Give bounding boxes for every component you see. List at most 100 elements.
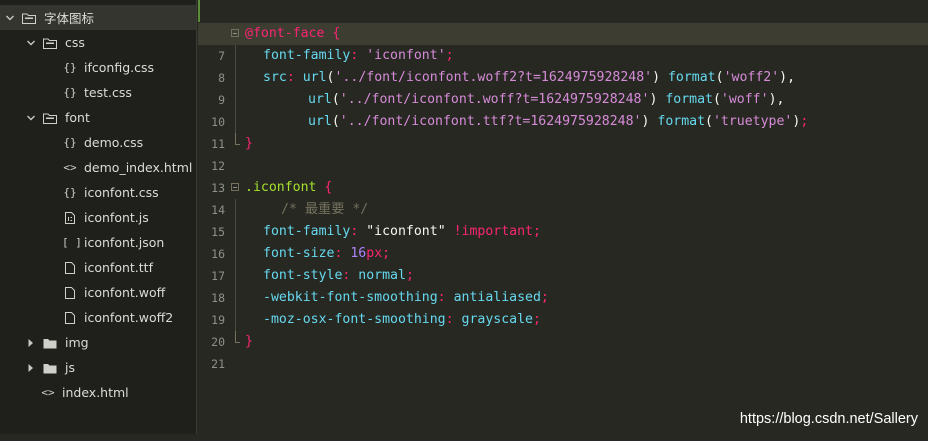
string-value: "iconfont" [366, 224, 446, 239]
semicolon: ; [540, 290, 549, 305]
paren: ) [779, 70, 788, 85]
brace: { [316, 180, 333, 195]
tree-item-img-folder[interactable]: img [0, 330, 196, 355]
comma: , [787, 70, 796, 85]
function-name: format [660, 70, 716, 85]
tree-item-label: index.html [62, 385, 129, 400]
tree-item-file[interactable]: <> index.html [0, 380, 196, 405]
fold-toggle-icon[interactable] [231, 183, 239, 191]
semicolon: ; [445, 48, 454, 63]
line-number: 21 [211, 357, 225, 371]
tree-item-file[interactable]: {} iconfont.css [0, 180, 196, 205]
css-property: -moz-osx-font-smoothing [263, 312, 446, 327]
tree-item-js-folder[interactable]: js [0, 355, 196, 380]
css-selector: .iconfont [245, 180, 317, 195]
code-line[interactable]: 15 /* 最重要 */ [198, 199, 928, 239]
fold-end-guide [235, 133, 240, 145]
tree-item-root-folder[interactable]: 字体图标 [0, 5, 196, 30]
brace: { [324, 26, 341, 41]
code-line-active[interactable]: 7 @font-face { [198, 23, 928, 63]
code-line[interactable]: 6 [198, 1, 928, 41]
fold-guide [235, 309, 236, 331]
semicolon: ; [532, 312, 541, 327]
css-file-icon: {} [63, 136, 77, 149]
fold-guide [235, 287, 236, 309]
git-change-marker [198, 0, 200, 22]
css-property: font-family [263, 224, 351, 239]
brace: } [245, 136, 253, 151]
folder-open-icon [43, 113, 57, 124]
code-line[interactable]: 11 url('../font/iconfont.ttf?t=162497592… [198, 111, 928, 151]
css-property: -webkit-font-smoothing [263, 290, 438, 305]
chevron-down-icon[interactable] [25, 37, 37, 49]
css-property: font-style [263, 268, 343, 283]
code-line[interactable]: 18 font-style: normal; [198, 265, 928, 305]
chevron-down-icon[interactable] [4, 12, 16, 24]
code-line[interactable]: 12 } [198, 133, 928, 173]
tree-item-label: iconfont.json [84, 235, 165, 250]
string-value: '../font/iconfont.ttf?t=1624975928248' [339, 114, 642, 129]
html-file-icon: <> [63, 161, 77, 174]
colon: : [437, 290, 454, 305]
code-line[interactable]: 16 font-family: "iconfont" !important; [198, 221, 928, 261]
fold-guide [235, 199, 236, 221]
tree-item-label: font [65, 110, 90, 125]
string-value: '../font/iconfont.woff2?t=1624975928248' [334, 70, 653, 85]
css-property: font-family [263, 48, 351, 63]
fold-guide [235, 265, 236, 287]
code-line[interactable]: 8 font-family: 'iconfont'; [198, 45, 928, 85]
colon: : [342, 268, 359, 283]
fold-guide [235, 221, 236, 243]
paren: ( [715, 70, 724, 85]
tree-item-label: iconfont.css [84, 185, 159, 200]
sidebar-divider [196, 0, 197, 434]
tree-item-label: demo.css [84, 135, 144, 150]
tree-item-file[interactable]: {} test.css [0, 80, 196, 105]
tree-item-file[interactable]: iconfont.ttf [0, 255, 196, 280]
code-line[interactable]: 9 src: url('../font/iconfont.woff2?t=162… [198, 67, 928, 107]
code-line[interactable]: 19 -webkit-font-smoothing: antialiased; [198, 287, 928, 327]
js-file-icon [62, 211, 78, 224]
tree-item-font-folder[interactable]: font [0, 105, 196, 130]
chevron-down-icon[interactable] [25, 112, 37, 124]
function-name: url [308, 114, 332, 129]
colon: : [350, 224, 367, 239]
brace: } [245, 334, 253, 349]
paren: ( [326, 70, 335, 85]
code-line[interactable]: 14 .iconfont { [198, 177, 928, 217]
tree-item-label: css [65, 35, 85, 50]
code-line[interactable]: 13 [198, 155, 928, 195]
colon: : [334, 246, 351, 261]
fold-toggle-icon[interactable] [231, 29, 239, 37]
tree-item-file[interactable]: [ ] iconfont.json [0, 230, 196, 255]
function-name: format [649, 114, 706, 129]
document-file-icon [62, 311, 78, 324]
code-line[interactable]: 17 font-size: 16px; [198, 243, 928, 283]
document-file-icon [62, 286, 78, 299]
tree-item-label: iconfont.ttf [84, 260, 153, 275]
tree-item-file[interactable]: <> demo_index.html [0, 155, 196, 180]
file-tree-sidebar: 字体图标 css {} ifconfig.css {} test.css fon… [0, 0, 197, 434]
tree-item-label: test.css [84, 85, 132, 100]
tree-item-file[interactable]: iconfont.woff2 [0, 305, 196, 330]
unit: px [366, 246, 383, 261]
fold-guide [235, 67, 236, 89]
code-line[interactable]: 10 url('../font/iconfont.woff?t=16249759… [198, 89, 928, 129]
folder-open-icon [43, 38, 57, 49]
code-editor[interactable]: 6 7 @font-face { 8 font-family: 'iconfon… [198, 0, 928, 434]
code-line[interactable]: 21 } [198, 331, 928, 371]
tree-item-label: 字体图标 [44, 11, 95, 26]
tree-item-css-folder[interactable]: css [0, 30, 196, 55]
folder-open-icon [22, 13, 36, 24]
tree-item-file[interactable]: {} ifconfig.css [0, 55, 196, 80]
tree-item-file[interactable]: {} demo.css [0, 130, 196, 155]
chevron-right-icon[interactable] [25, 337, 37, 349]
comma: , [776, 92, 785, 107]
number-value: 16 [350, 246, 367, 261]
code-line[interactable]: 20 -moz-osx-font-smoothing: grayscale; [198, 309, 928, 349]
tree-item-file[interactable]: iconfont.woff [0, 280, 196, 305]
chevron-right-icon[interactable] [25, 362, 37, 374]
folder-closed-icon [43, 363, 57, 373]
css-file-icon: {} [63, 86, 77, 99]
tree-item-file[interactable]: iconfont.js [0, 205, 196, 230]
